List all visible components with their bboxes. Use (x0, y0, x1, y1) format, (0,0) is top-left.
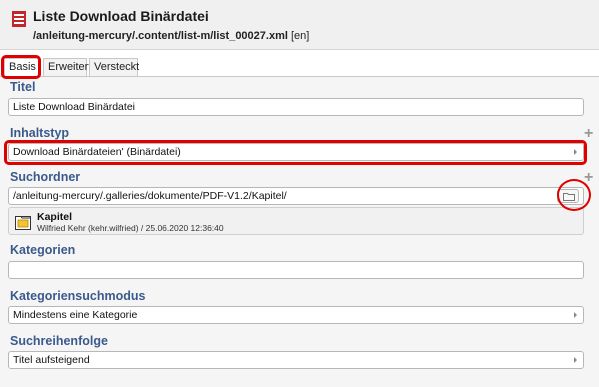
tab-erweitert[interactable]: Erweitert (43, 58, 91, 76)
editor-header: Liste Download Binärdatei /anleitung-mer… (0, 0, 599, 50)
kategoriensuchmodus-label: Kategoriensuchmodus (10, 289, 146, 303)
form-content: Titel Liste Download Binärdatei Inhaltst… (0, 77, 599, 387)
suchordner-label: Suchordner (10, 170, 81, 184)
folder-icon (15, 216, 31, 230)
result-title: Kapitel (37, 211, 73, 223)
result-meta: Wilfried Kehr (kehr.wilfried) / 25.06.20… (37, 223, 224, 233)
add-icon[interactable]: + (584, 126, 593, 142)
kategorien-input[interactable] (8, 261, 584, 279)
kategoriensuchmodus-value: Mindestens eine Kategorie (13, 309, 138, 321)
folder-icon (563, 193, 575, 201)
titel-label: Titel (10, 80, 36, 94)
titel-input[interactable]: Liste Download Binärdatei (8, 98, 584, 116)
suchordner-input[interactable]: /anleitung-mercury/.galleries/dokumente/… (8, 187, 584, 205)
locale-badge: [en] (290, 30, 310, 42)
suchreihenfolge-label: Suchreihenfolge (10, 334, 108, 348)
inhaltstyp-value: Download Binärdateien' (Binärdatei) (13, 146, 181, 158)
page-title: Liste Download Binärdatei (33, 8, 209, 24)
suchreihenfolge-select[interactable]: Titel aufsteigend (8, 351, 584, 369)
document-list-icon (12, 11, 26, 27)
inhaltstyp-select[interactable]: Download Binärdateien' (Binärdatei) (8, 143, 584, 161)
suchreihenfolge-value: Titel aufsteigend (13, 354, 90, 366)
chevron-right-icon (574, 357, 577, 363)
tab-basis[interactable]: Basis (4, 58, 41, 76)
chevron-right-icon (574, 312, 577, 318)
kategoriensuchmodus-select[interactable]: Mindestens eine Kategorie (8, 306, 584, 324)
resource-path-value: /anleitung-mercury/.content/list-m/list_… (33, 30, 288, 42)
tab-versteckt[interactable]: Versteckt (89, 58, 139, 76)
add-icon[interactable]: + (584, 170, 593, 186)
folder-browse-button[interactable] (557, 189, 579, 203)
resource-path: /anleitung-mercury/.content/list-m/list_… (33, 30, 309, 42)
folder-result[interactable]: Kapitel Wilfried Kehr (kehr.wilfried) / … (8, 207, 584, 235)
suchordner-value: /anleitung-mercury/.galleries/dokumente/… (13, 190, 287, 202)
inhaltstyp-label: Inhaltstyp (10, 126, 70, 140)
chevron-right-icon (574, 149, 577, 155)
kategorien-label: Kategorien (10, 243, 76, 257)
